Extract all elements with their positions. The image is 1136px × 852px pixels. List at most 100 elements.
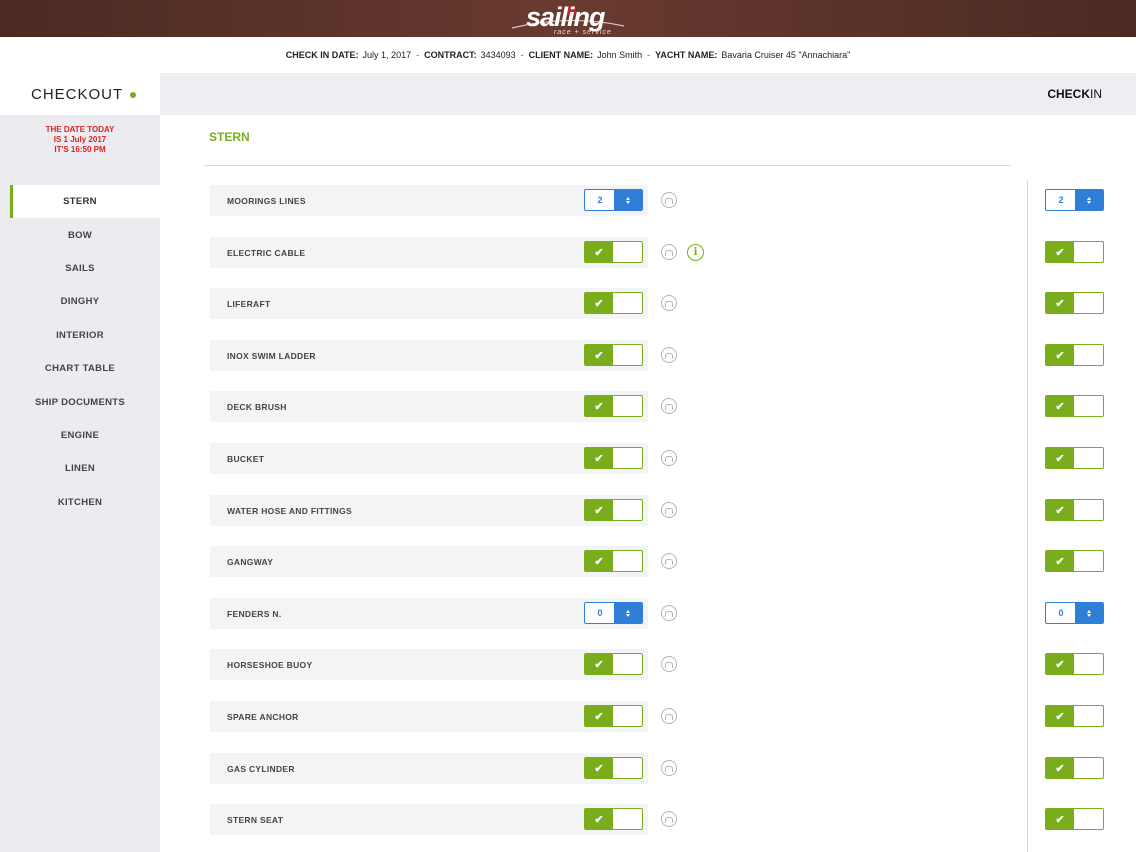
check-icon: ✔ [585, 293, 613, 313]
checkout-toggle[interactable]: ✔ [584, 447, 643, 469]
check-icon: ✔ [585, 551, 613, 571]
note-icon[interactable] [661, 553, 677, 569]
yacht-name-value: Bavaria Cruiser 45 "Annachiara" [721, 50, 851, 60]
column-divider [1027, 180, 1028, 852]
checkin-toggle[interactable]: ✔ [1045, 808, 1104, 830]
note-icon[interactable] [661, 192, 677, 208]
checkout-toggle[interactable]: ✔ [584, 705, 643, 727]
contract-label: CONTRACT: [424, 50, 477, 60]
yacht-name-label: YACHT NAME: [655, 50, 718, 60]
checklist-row: STERN SEAT [210, 804, 648, 835]
arrow-up-icon [626, 609, 630, 613]
sidebar-item-linen[interactable]: LINEN [0, 452, 160, 485]
checkout-toggle[interactable]: ✔ [584, 292, 643, 314]
date-today-line: THE DATE TODAY [45, 125, 115, 134]
sidebar-item-engine[interactable]: ENGINE [0, 419, 160, 452]
sidebar-item-chart-table[interactable]: CHART TABLE [0, 352, 160, 385]
checklist-item-label: BUCKET [227, 453, 265, 464]
note-icon[interactable] [661, 605, 677, 621]
checkin-quantity-stepper[interactable]: 2 [1045, 189, 1104, 211]
section-title: STERN [209, 130, 250, 144]
checkout-quantity-stepper[interactable]: 2 [584, 189, 643, 211]
note-icon[interactable] [661, 295, 677, 311]
checkin-toggle[interactable]: ✔ [1045, 292, 1104, 314]
checklist-row: LIFERAFT [210, 288, 648, 319]
checkin-toggle[interactable]: ✔ [1045, 757, 1104, 779]
checkin-quantity-stepper[interactable]: 0 [1045, 602, 1104, 624]
check-icon: ✔ [585, 448, 613, 468]
checkout-toggle[interactable]: ✔ [584, 241, 643, 263]
checklist-row: DECK BRUSH [210, 391, 648, 422]
sidebar-item-sails[interactable]: SAILS [0, 252, 160, 285]
check-icon: ✔ [1046, 758, 1074, 778]
check-icon: ✔ [585, 654, 613, 674]
checklist-row: ELECTRIC CABLE [210, 237, 648, 268]
note-icon[interactable] [661, 244, 677, 260]
checklist-item-label: MOORINGS LINES [227, 195, 306, 206]
checkout-toggle[interactable]: ✔ [584, 757, 643, 779]
contract-value: 3434093 [480, 50, 516, 60]
checkout-toggle[interactable]: ✔ [584, 550, 643, 572]
checklist-item-label: DECK BRUSH [227, 401, 287, 412]
arrow-up-icon [1087, 196, 1091, 200]
checkout-toggle[interactable]: ✔ [584, 808, 643, 830]
check-icon: ✔ [585, 706, 613, 726]
checkout-label: CHECKOUT [31, 85, 124, 103]
sidebar-item-stern[interactable]: STERN [10, 185, 160, 219]
checkout-toggle[interactable]: ✔ [584, 499, 643, 521]
checkin-toggle[interactable]: ✔ [1045, 550, 1104, 572]
note-icon[interactable] [661, 811, 677, 827]
checkin-label-thin: IN [1090, 87, 1102, 101]
checkin-label-bold: CHECK [1047, 87, 1090, 101]
note-icon[interactable] [661, 347, 677, 363]
checkin-toggle[interactable]: ✔ [1045, 705, 1104, 727]
sidebar-item-kitchen[interactable]: KITCHEN [0, 486, 160, 519]
checklist-item-label: ELECTRIC CABLE [227, 247, 306, 258]
checkin-toggle[interactable]: ✔ [1045, 344, 1104, 366]
checkout-toggle[interactable]: ✔ [584, 653, 643, 675]
divider [204, 165, 1011, 166]
note-icon[interactable] [661, 708, 677, 724]
note-icon[interactable] [661, 656, 677, 672]
arrow-down-icon [1087, 200, 1091, 204]
checklist-row: GAS CYLINDER [210, 753, 648, 784]
client-name-value: John Smith [597, 50, 643, 60]
checkin-toggle[interactable]: ✔ [1045, 395, 1104, 417]
check-icon: ✔ [1046, 706, 1074, 726]
checkout-quantity-stepper[interactable]: 0 [584, 602, 643, 624]
checkout-heading: CHECKOUT [0, 73, 160, 115]
checkin-toggle[interactable]: ✔ [1045, 499, 1104, 521]
arrow-down-icon [626, 200, 630, 204]
checkin-toggle[interactable]: ✔ [1045, 241, 1104, 263]
logo-subtext: race + service [554, 29, 612, 36]
check-icon: ✔ [1046, 345, 1074, 365]
arrow-up-icon [1087, 609, 1091, 613]
note-icon[interactable] [661, 450, 677, 466]
arrow-down-icon [1087, 613, 1091, 617]
sidebar-item-dinghy[interactable]: DINGHY [0, 285, 160, 318]
date-today-line: IS 1 July 2017 [53, 135, 107, 144]
section-nav: STERN BOW SAILS DINGHY INTERIOR CHART TABLE SH… [0, 185, 160, 519]
stepper-value: 2 [597, 195, 603, 205]
sidebar-item-bow[interactable]: BOW [0, 218, 160, 251]
stepper-value: 0 [1058, 608, 1064, 618]
check-icon: ✔ [585, 396, 613, 416]
check-icon: ✔ [1046, 448, 1074, 468]
checklist-item-label: INOX SWIM LADDER [227, 350, 316, 361]
checkout-toggle[interactable]: ✔ [584, 344, 643, 366]
note-icon[interactable] [661, 398, 677, 414]
info-icon[interactable]: i [687, 244, 704, 261]
check-icon: ✔ [585, 500, 613, 520]
note-icon[interactable] [661, 760, 677, 776]
header-row: CHECKOUT CHECK IN [0, 73, 1136, 115]
checkout-toggle[interactable]: ✔ [584, 395, 643, 417]
checklist-row: HORSESHOE BUOY [210, 649, 648, 680]
sidebar-item-ship-documents[interactable]: SHIP DOCUMENTS [0, 385, 160, 418]
checkin-toggle[interactable]: ✔ [1045, 447, 1104, 469]
booking-info-bar: CHECK IN DATE: July 1, 2017 - CONTRACT: … [0, 37, 1136, 73]
note-icon[interactable] [661, 502, 677, 518]
checkin-toggle[interactable]: ✔ [1045, 653, 1104, 675]
check-icon: ✔ [1046, 500, 1074, 520]
check-icon: ✔ [1046, 654, 1074, 674]
sidebar-item-interior[interactable]: INTERIOR [0, 319, 160, 352]
